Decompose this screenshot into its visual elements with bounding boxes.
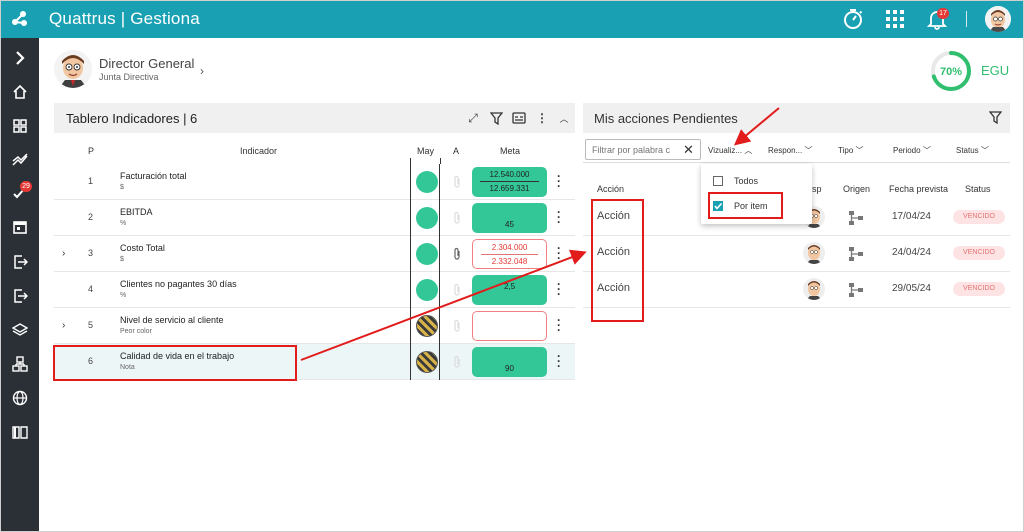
arrow-to-actions (300, 249, 587, 361)
arrow-to-vizualiz (733, 107, 780, 146)
annotation-arrows (300, 107, 780, 361)
